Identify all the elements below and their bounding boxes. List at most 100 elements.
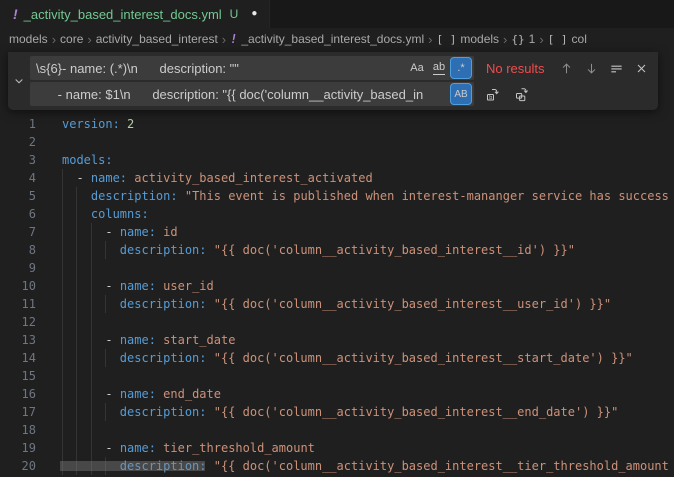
indent-guide [91,367,92,385]
line-number: 20 [0,457,36,475]
line-number: 3 [0,151,36,169]
line-number: 5 [0,187,36,205]
breadcrumb-label: models [9,32,48,46]
indent-guide [76,421,77,439]
code-line[interactable]: description: "{{ doc('column__activity_b… [62,241,575,259]
line-number: 12 [0,313,36,331]
horizontal-scrollbar[interactable] [60,461,205,471]
code-line[interactable]: - name: id [62,223,178,241]
replace-text: - name: $1\n description: "{{ doc('colum… [36,87,423,102]
indent-guide [62,421,63,439]
breadcrumb-label: _activity_based_interest_docs.yml [241,32,424,46]
svg-text:b: b [489,95,492,101]
arrow-down-icon [584,61,599,76]
line-number: 6 [0,205,36,223]
breadcrumb-label: core [60,32,83,46]
tab-bar: ! _activity_based_interest_docs.yml U ● [0,0,674,28]
indent-guide [62,367,63,385]
symbol-array-icon: [ ] [548,33,568,46]
find-query-text: \s{6}- name: (.*)\n description: "" [36,61,239,76]
code-line[interactable]: description: "{{ doc('column__activity_b… [62,349,633,367]
replace-button[interactable]: b [482,84,503,105]
indent-guide [62,313,63,331]
chevron-right-icon: › [222,32,226,47]
breadcrumb-item[interactable]: core [60,32,83,46]
code-line[interactable]: description: "{{ doc('column__activity_b… [62,403,618,421]
code-line[interactable]: columns: [62,205,149,223]
code-line[interactable]: description: "This event is published wh… [62,187,669,205]
chevron-right-icon: › [52,32,56,47]
code-line[interactable]: description: "{{ doc('column__activity_b… [62,295,611,313]
breadcrumb: models › core › activity_based_interest ›! _ac… [0,28,674,50]
previous-match-button[interactable] [556,58,577,79]
indent-guide [76,313,77,331]
code-line[interactable]: - name: user_id [62,277,214,295]
replace-icon: b [485,86,501,102]
breadcrumb-item[interactable]: activity_based_interest [96,32,218,46]
indent-guide [76,367,77,385]
symbol-array-icon: [ ] [436,33,456,46]
git-status-badge: U [230,7,239,21]
line-number: 9 [0,259,36,277]
chevron-down-icon [12,74,26,88]
modified-dot[interactable]: ● [251,9,257,19]
whole-word-button[interactable]: ab [429,58,449,78]
replace-all-icon [514,86,530,102]
line-number: 10 [0,277,36,295]
line-number: 19 [0,439,36,457]
chevron-right-icon: › [539,32,543,47]
arrow-up-icon [559,61,574,76]
yaml-icon: ! [13,7,18,21]
breadcrumb-item[interactable]: [ ] col [548,32,587,46]
line-number: 11 [0,295,36,313]
line-number: 14 [0,349,36,367]
replace-input[interactable]: - name: $1\n description: "{{ doc('colum… [30,82,474,106]
indent-guide [76,259,77,277]
find-widget: \s{6}- name: (.*)\n description: "" Aa a… [8,52,658,110]
line-number: 17 [0,403,36,421]
close-icon [634,61,649,76]
find-input[interactable]: \s{6}- name: (.*)\n description: "" Aa a… [30,56,474,80]
find-status: No results [486,61,545,76]
yaml-icon: ! [230,32,237,46]
breadcrumb-label: col [572,32,587,46]
code-line[interactable]: - name: start_date [62,331,235,349]
line-number: 2 [0,133,36,151]
line-number: 8 [0,241,36,259]
editor: 1 version: 2 23 models: 4 - name: activity_b… [0,115,674,475]
code-line[interactable]: version: 2 [62,115,134,133]
indent-guide [91,421,92,439]
code-line[interactable]: - name: tier_threshold_amount [62,439,315,457]
breadcrumb-label: activity_based_interest [96,32,218,46]
selection-icon [609,61,624,76]
breadcrumb-item[interactable]: {} 1 [511,32,535,46]
code-line[interactable]: - name: activity_based_interest_activate… [62,169,373,187]
code-line[interactable]: - name: end_date [62,385,221,403]
match-case-button[interactable]: Aa [407,58,427,78]
line-number: 18 [0,421,36,439]
indent-guide [91,259,92,277]
line-number: 1 [0,115,36,133]
code-line[interactable]: models: [62,151,113,169]
breadcrumb-item[interactable]: ! _activity_based_interest_docs.yml [230,32,424,46]
replace-all-button[interactable] [511,84,532,105]
breadcrumb-label: models [460,32,499,46]
line-number: 4 [0,169,36,187]
line-number: 13 [0,331,36,349]
next-match-button[interactable] [581,58,602,79]
breadcrumb-item[interactable]: models [9,32,48,46]
preserve-case-button[interactable]: AB [451,84,471,104]
tab-title: _activity_based_interest_docs.yml [24,7,222,22]
tab-active[interactable]: ! _activity_based_interest_docs.yml U ● [0,0,270,28]
close-button[interactable] [631,58,652,79]
toggle-replace-button[interactable] [8,52,30,110]
chevron-right-icon: › [87,32,91,47]
vscode-window: ! _activity_based_interest_docs.yml U ● … [0,0,674,477]
regex-button[interactable]: .* [451,58,471,78]
breadcrumb-label: 1 [529,32,536,46]
breadcrumb-item[interactable]: [ ] models [436,32,499,46]
symbol-object-icon: {} [511,33,524,46]
chevron-right-icon: › [428,32,432,47]
line-number: 15 [0,367,36,385]
find-in-selection-button[interactable] [606,58,627,79]
